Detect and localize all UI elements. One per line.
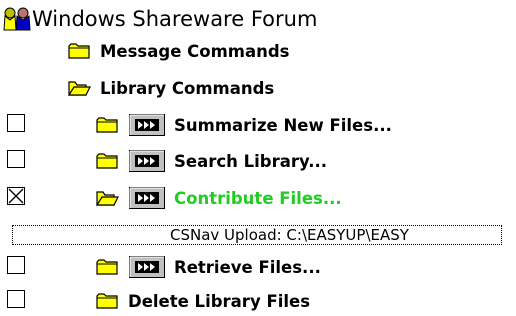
command-retrieve-files[interactable]: Retrieve Files...	[96, 252, 321, 282]
upload-item-label: CSNav Upload: C:\EASYUP\EASY	[170, 226, 409, 244]
run-button[interactable]	[129, 256, 165, 278]
command-delete-library-files[interactable]: Delete Library Files	[96, 286, 310, 316]
command-label: Delete Library Files	[128, 291, 311, 311]
command-label: Contribute Files...	[174, 188, 342, 208]
checkbox-delete-library-files[interactable]	[7, 290, 25, 308]
folder-open-icon	[95, 189, 119, 207]
folder-closed-icon	[68, 42, 91, 60]
command-label: Summarize New Files...	[174, 115, 392, 135]
run-button[interactable]	[129, 150, 165, 172]
upload-item-selected[interactable]: CSNav Upload: C:\EASYUP\EASY	[12, 225, 502, 245]
forum-root-item[interactable]: Windows Shareware Forum	[2, 4, 317, 34]
checkbox-contribute-files[interactable]	[7, 187, 25, 205]
checkbox-search-library[interactable]	[7, 150, 25, 168]
tree-item-library-commands[interactable]: Library Commands	[67, 73, 275, 103]
run-button[interactable]	[129, 187, 165, 209]
checkbox-summarize[interactable]	[7, 114, 25, 132]
folder-closed-icon	[96, 258, 119, 276]
command-summarize-new-files[interactable]: Summarize New Files...	[96, 110, 392, 140]
tree-item-label: Message Commands	[100, 41, 290, 61]
forum-title: Windows Shareware Forum	[32, 7, 318, 31]
folder-closed-icon	[96, 152, 119, 170]
folder-closed-icon	[96, 292, 119, 310]
run-button[interactable]	[129, 114, 165, 136]
forum-people-icon	[2, 6, 32, 32]
tree-item-label: Library Commands	[100, 78, 275, 98]
folder-open-icon	[67, 79, 91, 97]
command-label: Search Library...	[174, 151, 328, 171]
check-x-mark-icon	[8, 188, 24, 204]
tree-item-message-commands[interactable]: Message Commands	[68, 36, 289, 66]
folder-closed-icon	[96, 116, 119, 134]
checkbox-retrieve-files[interactable]	[7, 256, 25, 274]
command-contribute-files[interactable]: Contribute Files...	[95, 183, 342, 213]
command-search-library[interactable]: Search Library...	[96, 146, 327, 176]
command-label: Retrieve Files...	[174, 257, 321, 277]
